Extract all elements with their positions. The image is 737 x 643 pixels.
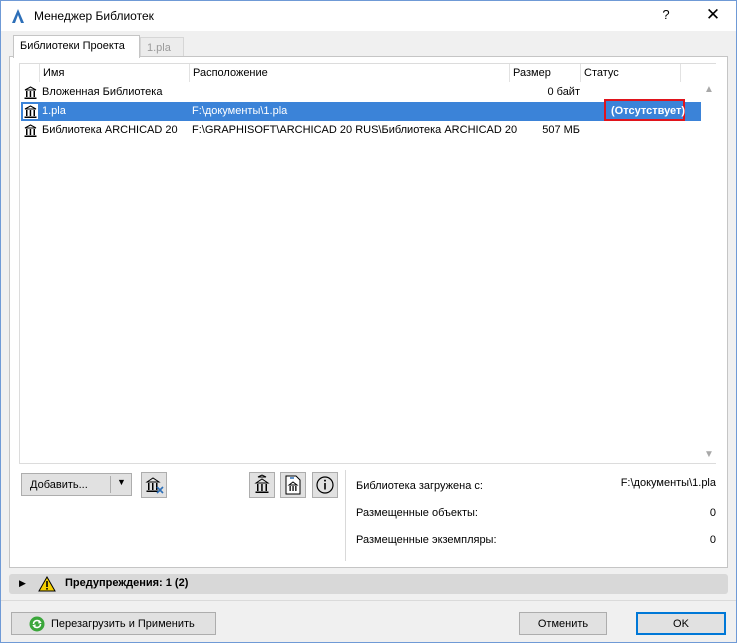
archicad-app-icon — [12, 9, 24, 23]
column-header-icon — [20, 64, 40, 82]
library-manager-window: Менеджер Библиотек ? ✕ Библиотеки Проект… — [0, 0, 737, 643]
row-location: F:\GRAPHISOFT\ARCHICAD 20 RUS\Библиотека… — [192, 124, 518, 136]
expand-triangle-icon[interactable]: ▶ — [19, 578, 26, 589]
title-bar: Менеджер Библиотек ? ✕ — [1, 1, 736, 31]
chevron-down-icon[interactable]: ▼ — [117, 477, 126, 487]
scroll-up-icon[interactable]: ▲ — [704, 84, 714, 95]
placed-objects-value: 0 — [709, 507, 716, 519]
table-row[interactable]: Вложенная Библиотека 0 байт — [21, 83, 701, 102]
add-library-label: Добавить... — [30, 479, 88, 491]
remove-library-button[interactable] — [141, 472, 167, 498]
table-row[interactable]: Библиотека ARCHICAD 20 F:\GRAPHISOFT\ARC… — [21, 121, 701, 140]
info-icon — [316, 476, 334, 494]
placed-instances-value: 0 — [709, 534, 716, 546]
column-header-status[interactable]: Статус — [581, 64, 681, 82]
library-icon — [23, 104, 38, 119]
cancel-button[interactable]: Отменить — [519, 612, 607, 635]
export-library-button[interactable] — [280, 472, 306, 498]
library-icon — [24, 124, 37, 137]
close-button[interactable]: ✕ — [698, 5, 728, 27]
row-name: 1.pla — [42, 105, 66, 117]
library-icon — [24, 86, 37, 99]
row-size: 507 МБ — [542, 124, 580, 136]
reload-and-apply-label: Перезагрузить и Применить — [51, 618, 195, 630]
ok-button[interactable]: OK — [636, 612, 726, 635]
reload-and-apply-button[interactable]: Перезагрузить и Применить — [11, 612, 216, 635]
tab-1-pla[interactable]: 1.pla — [140, 37, 184, 57]
window-title: Менеджер Библиотек — [34, 9, 154, 23]
placed-objects-label: Размещенные объекты: — [356, 507, 478, 519]
reload-icon — [29, 616, 45, 632]
warnings-bar[interactable]: ▶ Предупреждения: 1 (2) — [9, 574, 728, 594]
library-migration-button[interactable] — [249, 472, 275, 498]
row-size: 0 байт — [547, 86, 580, 98]
warning-icon — [38, 576, 56, 592]
loaded-from-value: F:\документы\1.pla — [620, 477, 716, 489]
library-file-icon — [285, 475, 301, 495]
vertical-scrollbar[interactable]: ▲ ▼ — [701, 64, 716, 463]
column-header-spacer — [681, 64, 701, 82]
column-header-name[interactable]: Имя — [40, 64, 190, 82]
remove-library-icon — [145, 477, 164, 494]
status-missing-badge: (Отсутствует) — [604, 99, 685, 121]
column-header-location[interactable]: Расположение — [190, 64, 510, 82]
help-button[interactable]: ? — [651, 7, 681, 27]
tab-project-libraries[interactable]: Библиотеки Проекта — [13, 35, 140, 58]
add-library-button[interactable]: Добавить... ▼ — [21, 473, 132, 496]
library-list[interactable]: Имя Расположение Размер Статус Вложенная… — [19, 63, 716, 464]
row-name: Библиотека ARCHICAD 20 — [42, 124, 178, 136]
footer-separator — [1, 600, 736, 601]
loaded-from-label: Библиотека загружена с: — [356, 480, 483, 492]
library-stack-icon — [254, 474, 270, 493]
placed-instances-label: Размещенные экземпляры: — [356, 534, 497, 546]
row-location: F:\документы\1.pla — [192, 105, 288, 117]
column-header-size[interactable]: Размер — [510, 64, 581, 82]
info-divider — [345, 470, 346, 561]
warnings-label: Предупреждения: 1 (2) — [65, 577, 189, 589]
table-row-selected[interactable]: 1.pla F:\документы\1.pla (Отсутствует) — [21, 99, 701, 121]
row-name: Вложенная Библиотека — [42, 86, 163, 98]
split-divider — [110, 476, 111, 493]
scroll-down-icon[interactable]: ▼ — [704, 449, 714, 460]
library-info-button[interactable] — [312, 472, 338, 498]
